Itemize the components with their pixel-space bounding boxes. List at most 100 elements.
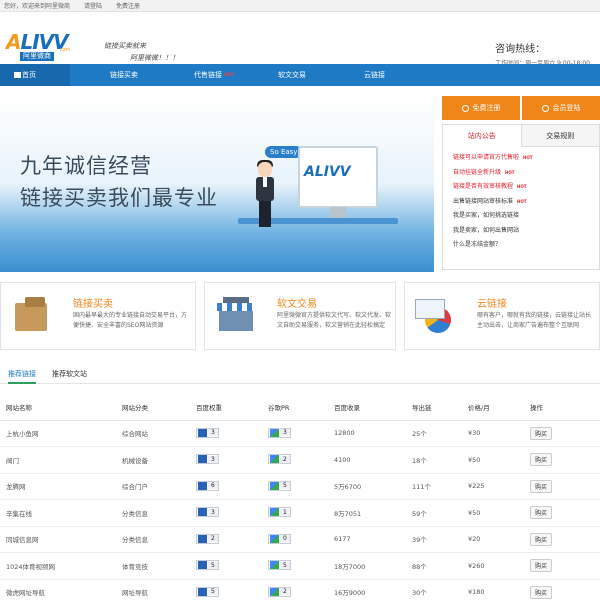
baidu-index: 5万6700 (328, 473, 406, 500)
google-pr-badge: 5 (268, 480, 291, 491)
hot-badge: HOT (505, 169, 515, 175)
table-row: 1024体育视频网 体育竞技 5 5 18万7000 88个 ¥260 购买 (0, 552, 600, 580)
notice-list: 链接可以申请官方代售啦 HOT 自动挂链全新升级 HOT 链接是否有效审核教程 HOT 出售… (443, 147, 599, 257)
list-tabs: 推荐链接 推荐软文站 (0, 364, 600, 384)
hero-banner[interactable]: 九年诚信经营 链接买卖我们最专业 So Easy ALIVV (0, 96, 434, 272)
features-row: 链接买卖 国内最早最大的专业链接自动交易平台，方便快捷、安全丰富的SEO网站资源… (0, 282, 600, 350)
buy-button[interactable]: 购买 (530, 479, 553, 493)
buy-button[interactable]: 购买 (530, 559, 553, 573)
hot-badge: HOT (517, 184, 527, 189)
feature-cloud-link[interactable]: 云链接 哪有客户，哪就有我的链接，云链接让站长主动出击，让商家广告遍布整个互联网 (404, 282, 600, 350)
table-row: 微虎网址导航 网址导航 5 2 16万9000 30个 ¥180 购买 (0, 579, 600, 600)
site-name[interactable]: 龙腾网 (0, 473, 116, 500)
outlinks: 88个 (406, 552, 462, 580)
google-icon (270, 455, 279, 464)
site-name[interactable]: 上杭小鱼网 (0, 420, 116, 447)
outlinks: 59个 (406, 499, 462, 527)
buy-button[interactable]: 购买 (530, 506, 553, 520)
buy-button[interactable]: 购买 (530, 585, 553, 599)
outlinks: 111个 (406, 473, 462, 500)
free-register-button[interactable]: 免费注册 (442, 96, 520, 120)
nav-article-trade[interactable]: 软文交易 (278, 64, 306, 86)
buy-button[interactable]: 购买 (530, 426, 553, 440)
baidu-paw-icon (198, 561, 207, 570)
site-category: 机械设备 (116, 446, 190, 474)
site-name[interactable]: 1024体育视频网 (0, 552, 116, 580)
login-link[interactable]: 请登陆 (84, 1, 102, 10)
speech-bubble: So Easy (265, 146, 303, 158)
col-baidu-index: 百度收录 (328, 394, 406, 421)
feature-link-trade[interactable]: 链接买卖 国内最早最大的专业链接自动交易平台，方便快捷、安全丰富的SEO网站资源 (0, 282, 196, 350)
sidebar: 免费注册 会员登陆 站内公告 交易规则 链接可以申请官方代售啦 HOT 自动挂链全新… (442, 96, 600, 270)
baidu-rank-badge: 3 (196, 507, 219, 518)
site-name[interactable]: 辛集在线 (0, 499, 116, 527)
store-icon (215, 295, 261, 335)
notice-item[interactable]: 链接可以申请官方代售啦 HOT (453, 151, 589, 166)
google-icon (270, 561, 279, 570)
site-category: 分类信息 (116, 499, 190, 527)
tab-recommended-articles[interactable]: 推荐软文站 (52, 364, 87, 384)
google-pr-badge: 5 (268, 560, 291, 571)
col-site-name: 网站名称 (0, 394, 116, 421)
table-row: 辛集在线 分类信息 3 1 8万7051 59个 ¥50 购买 (0, 499, 600, 527)
banner-headline-1: 九年诚信经营 (20, 154, 152, 178)
tab-announcements[interactable]: 站内公告 (443, 125, 522, 147)
col-baidu-rank: 百度权重 (190, 394, 262, 421)
baidu-paw-icon (198, 534, 207, 543)
tab-recommended-links[interactable]: 推荐链接 (8, 364, 36, 384)
baidu-index: 4100 (328, 446, 406, 474)
top-bar: 您好，欢迎来到阿里微商 请登陆 免费注册 (0, 0, 600, 12)
tab-trade-rules[interactable]: 交易规则 (522, 125, 600, 146)
table-row: 上杭小鱼网 综合网站 3 3 12800 25个 ¥30 购买 (0, 420, 600, 447)
col-outlinks: 导出链 (406, 394, 462, 421)
site-name[interactable]: 微虎网址导航 (0, 579, 116, 600)
user-icon (541, 104, 549, 112)
google-icon (270, 587, 279, 596)
site-category: 网址导航 (116, 579, 190, 600)
baidu-paw-icon (198, 455, 207, 464)
price: ¥20 (462, 526, 524, 553)
google-pr-badge: 2 (268, 454, 291, 465)
site-name[interactable]: 同城信息网 (0, 526, 116, 553)
notice-item[interactable]: 链接是否有效审核教程 HOT (453, 180, 589, 195)
member-login-button[interactable]: 会员登陆 (522, 96, 600, 120)
main-nav: 首页 链接买卖 代售链接 HOT 软文交易 云链接 (0, 64, 600, 86)
user-plus-icon (461, 104, 469, 112)
notice-panel: 站内公告 交易规则 链接可以申请官方代售啦 HOT 自动挂链全新升级 HOT 链接是否有… (442, 124, 600, 270)
baidu-rank-badge: 5 (196, 586, 219, 597)
baidu-index: 12800 (328, 420, 406, 447)
register-link[interactable]: 免费注册 (116, 1, 140, 10)
google-pr-badge: 2 (268, 586, 291, 597)
feature-article-trade[interactable]: 软文交易 阿里微微官方提供软文代写、软文代发、软文自助交易服务，软文营销在此轻松… (204, 282, 396, 350)
baidu-rank-badge: 5 (196, 560, 219, 571)
nav-link-trade[interactable]: 链接买卖 (110, 64, 138, 86)
nav-consign[interactable]: 代售链接 HOT (194, 64, 233, 86)
nav-cloud-link[interactable]: 云链接 (364, 64, 385, 86)
outlinks: 30个 (406, 579, 462, 600)
google-icon (270, 428, 279, 437)
chart-icon (415, 295, 461, 335)
site-name[interactable]: 阀门 (0, 446, 116, 474)
notice-item[interactable]: 我是买家，如何挑选链接 (453, 209, 589, 224)
nav-home[interactable]: 首页 (0, 64, 70, 86)
google-icon (270, 534, 279, 543)
notice-item[interactable]: 自动挂链全新升级 HOT (453, 166, 589, 181)
site-category: 分类信息 (116, 526, 190, 553)
price: ¥30 (462, 420, 524, 447)
buy-button[interactable]: 购买 (530, 453, 553, 467)
notice-item[interactable]: 什么是冻结金额？ (453, 238, 589, 253)
baidu-rank-badge: 3 (196, 427, 219, 438)
notice-item[interactable]: 出售链接网站审核标准 HOT (453, 195, 589, 210)
buy-button[interactable]: 购买 (530, 532, 553, 546)
notice-item[interactable]: 我是卖家，如何出售网站 (453, 224, 589, 239)
hot-badge: HOT (523, 155, 533, 160)
col-action: 操作 (524, 394, 600, 421)
table-row: 同城信息网 分类信息 2 0 6177 39个 ¥20 购买 (0, 526, 600, 553)
price: ¥50 (462, 499, 524, 527)
col-price: 价格/月 (462, 394, 524, 421)
baidu-index: 8万7051 (328, 499, 406, 527)
site-logo[interactable]: ALIVV .com 阿里微商 (6, 32, 78, 64)
outlinks: 39个 (406, 526, 462, 553)
col-category: 网站分类 (116, 394, 190, 421)
table-row: 龙腾网 综合门户 6 5 5万6700 111个 ¥225 购买 (0, 473, 600, 500)
